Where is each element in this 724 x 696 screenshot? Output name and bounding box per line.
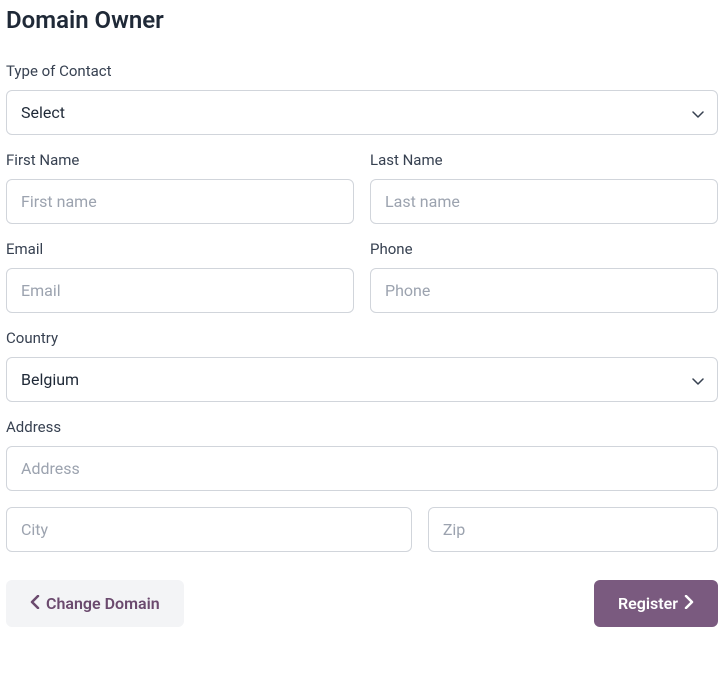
last-name-group: Last Name: [370, 151, 718, 224]
country-label: Country: [6, 329, 718, 347]
zip-input[interactable]: [428, 507, 718, 552]
contact-type-label: Type of Contact: [6, 62, 718, 80]
country-select[interactable]: Belgium: [6, 357, 718, 402]
city-input[interactable]: [6, 507, 412, 552]
zip-group: [428, 507, 718, 552]
register-button[interactable]: Register: [594, 580, 718, 627]
last-name-label: Last Name: [370, 151, 718, 169]
page-title: Domain Owner: [6, 6, 718, 34]
contact-type-select[interactable]: Select: [6, 90, 718, 135]
first-name-group: First Name: [6, 151, 354, 224]
city-group: [6, 507, 412, 552]
register-label: Register: [618, 594, 678, 613]
email-group: Email: [6, 240, 354, 313]
chevron-right-icon: [684, 594, 694, 613]
button-row: Change Domain Register: [6, 580, 718, 627]
contact-type-group: Type of Contact Select: [6, 62, 718, 135]
change-domain-label: Change Domain: [46, 594, 160, 613]
last-name-input[interactable]: [370, 179, 718, 224]
first-name-input[interactable]: [6, 179, 354, 224]
phone-input[interactable]: [370, 268, 718, 313]
address-input[interactable]: [6, 446, 718, 491]
phone-label: Phone: [370, 240, 718, 258]
change-domain-button[interactable]: Change Domain: [6, 580, 184, 627]
phone-group: Phone: [370, 240, 718, 313]
email-label: Email: [6, 240, 354, 258]
address-group: Address: [6, 418, 718, 491]
email-input[interactable]: [6, 268, 354, 313]
chevron-left-icon: [30, 594, 40, 613]
first-name-label: First Name: [6, 151, 354, 169]
address-label: Address: [6, 418, 718, 436]
country-group: Country Belgium: [6, 329, 718, 402]
